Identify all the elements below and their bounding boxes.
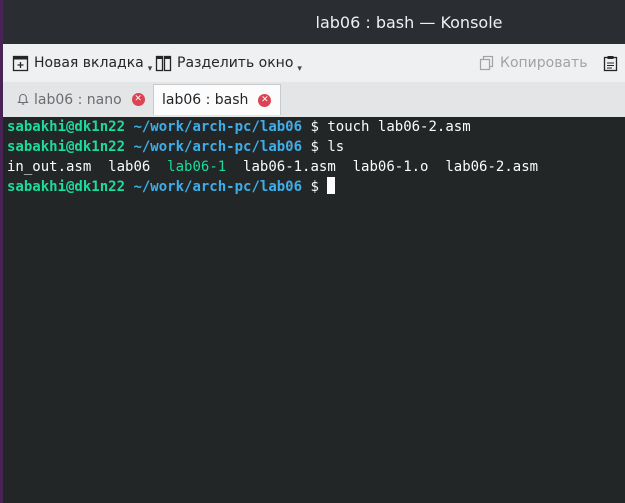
prompt-user: sabakhi@dk1n22: [7, 119, 126, 135]
chevron-down-icon[interactable]: ▾: [297, 64, 302, 74]
tab-lab06-bash[interactable]: lab06 : bash ✕: [153, 84, 281, 115]
tab-lab06-nano[interactable]: lab06 : nano ✕: [9, 84, 153, 115]
prompt-path: ~/work/arch-pc/lab06: [133, 139, 303, 155]
prompt-user: sabakhi@dk1n22: [7, 139, 126, 155]
command-text: ls: [327, 139, 345, 155]
executable-entry: lab06-1: [167, 159, 227, 175]
split-view-label: Разделить окно: [177, 55, 294, 71]
file-entry: lab06: [108, 159, 151, 175]
terminal-line: sabakhi@dk1n22 ~/work/arch-pc/lab06 $ ls: [7, 137, 344, 157]
copy-icon: [479, 55, 494, 71]
new-tab-button[interactable]: Новая вкладка ▾: [12, 44, 152, 82]
chevron-down-icon[interactable]: ▾: [148, 64, 153, 74]
bell-icon: [17, 93, 29, 105]
window-title: lab06 : bash — Konsole: [315, 12, 503, 32]
terminal-output[interactable]: sabakhi@dk1n22 ~/work/arch-pc/lab06 $ to…: [3, 117, 625, 503]
window-titlebar[interactable]: lab06 : bash — Konsole: [3, 0, 625, 44]
prompt-symbol: $: [310, 139, 319, 155]
paste-button[interactable]: [603, 44, 623, 82]
toolbar: Новая вкладка ▾ Разделить окно ▾ Копиров…: [3, 44, 625, 83]
split-view-button[interactable]: Разделить окно ▾: [155, 44, 302, 82]
close-icon[interactable]: ✕: [131, 93, 145, 106]
close-icon[interactable]: ✕: [258, 93, 272, 107]
terminal-line: sabakhi@dk1n22 ~/work/arch-pc/lab06 $ to…: [7, 117, 471, 137]
copy-button[interactable]: Копировать: [479, 44, 587, 82]
paste-icon: [603, 55, 618, 71]
new-tab-label: Новая вкладка: [34, 55, 144, 71]
terminal-line: sabakhi@dk1n22 ~/work/arch-pc/lab06 $: [7, 177, 336, 197]
prompt-path: ~/work/arch-pc/lab06: [133, 179, 303, 195]
prompt-path: ~/work/arch-pc/lab06: [133, 119, 303, 135]
file-entry: in_out.asm: [7, 159, 92, 175]
file-entry: lab06-1.asm: [243, 159, 336, 175]
tab-bar: lab06 : nano ✕ lab06 : bash ✕: [3, 82, 625, 118]
copy-label: Копировать: [500, 55, 588, 71]
tab-label: lab06 : nano: [34, 91, 122, 108]
text-cursor: [327, 177, 336, 194]
prompt-symbol: $: [310, 179, 319, 195]
split-view-icon: [155, 55, 172, 71]
prompt-user: sabakhi@dk1n22: [7, 179, 126, 195]
file-entry: lab06-1.o: [352, 159, 429, 175]
prompt-symbol: $: [310, 119, 319, 135]
file-entry: lab06-2.asm: [445, 159, 539, 175]
command-text: touch lab06-2.asm: [327, 119, 471, 135]
tab-label: lab06 : bash: [162, 92, 249, 108]
new-tab-icon: [12, 55, 29, 71]
ls-output-line: in_out.asm lab06 lab06-1 lab06-1.asm lab…: [7, 157, 538, 177]
